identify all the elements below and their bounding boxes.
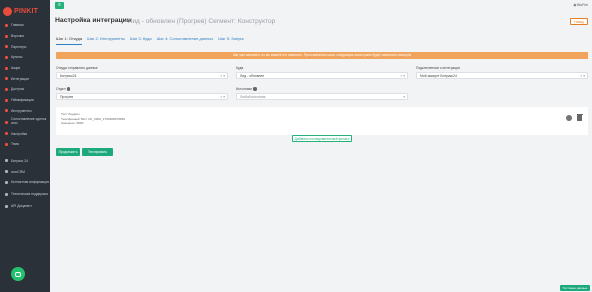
match-icon — [5, 120, 8, 124]
integrations-icon — [5, 77, 8, 81]
account-select[interactable]: Мой аккаунт Битрикс24 × ▾ — [416, 72, 588, 79]
funnel-select[interactable]: Прогрев × ▾ — [56, 93, 228, 100]
sidebar-item-promo[interactable]: Акции — [0, 63, 50, 74]
tab-step-5[interactable]: Шаг 5: Запуск — [218, 36, 243, 45]
select-chevron-icon: ▾ — [403, 95, 405, 99]
game-icon — [5, 98, 8, 102]
home-icon — [5, 23, 8, 27]
topbar: ≡ ◉ BioFire — [50, 0, 592, 12]
menu-icon: ≡ — [58, 2, 61, 8]
source2-select[interactable]: Любой источник ▾ — [236, 93, 408, 100]
sidebar-item-support[interactable]: Техническая поддержка — [0, 189, 50, 201]
logo-mark-icon — [3, 6, 12, 16]
chat-button[interactable] — [11, 267, 25, 281]
account-label: Подключенные к интеграции — [416, 66, 460, 70]
tools-icon — [5, 109, 8, 113]
sidebar-item-coupons[interactable]: Купоны — [0, 52, 50, 63]
record-title: Тест Лидеры — [61, 112, 80, 116]
tab-step-1[interactable]: Шаг 1: Откуда — [56, 36, 83, 45]
sidebar-item-match[interactable]: Сопоставление сделок amo — [0, 116, 50, 128]
source-select[interactable]: Битрикс24 × ▾ — [56, 72, 228, 79]
add-filter-button[interactable]: Добавить последовательный фильтр — [292, 135, 352, 142]
sidebar-item-settings[interactable]: Настройки — [0, 128, 50, 139]
logo[interactable]: PINKIT — [3, 5, 47, 17]
sidebar-item-api[interactable]: API Документ — [0, 201, 50, 212]
amocrm-icon — [5, 170, 8, 174]
help-icon[interactable] — [67, 87, 71, 91]
sidebar-item-funnels[interactable]: Воронки — [0, 31, 50, 42]
funnel-icon — [5, 34, 8, 38]
sidebar-item-home[interactable]: Главная — [0, 20, 50, 31]
access-icon — [5, 87, 8, 91]
sidebar-item-tools[interactable]: Инструменты — [0, 106, 50, 117]
coupon-icon — [5, 55, 8, 59]
api-icon — [5, 204, 8, 208]
warning-alert: Шаг уже заполнен, но вы можете его измен… — [56, 52, 588, 59]
menu-toggle-button[interactable]: ≡ — [55, 2, 64, 9]
step-tabs: Шаг 1: Откуда Шаг 2: Инструменты Шаг 3: … — [56, 36, 249, 45]
sidebar-item-access[interactable]: Доступы — [0, 84, 50, 95]
funnel-label: Отдел — [56, 87, 71, 91]
sidebar-nav: Главная Воронки Партнеры Купоны Акции Ин… — [0, 20, 50, 212]
gear-icon[interactable] — [566, 115, 572, 121]
filter-record: Тест Лидеры Телефонный ТЕст UF_CRM_17052… — [56, 107, 588, 135]
promo-icon — [5, 66, 8, 70]
page-header: Настройка интеграции Лид - обновлен (Про… — [50, 12, 592, 32]
sidebar-item-game[interactable]: Геймификация — [0, 95, 50, 106]
integration-card: Шаг 1: Откуда Шаг 2: Инструменты Шаг 3: … — [54, 32, 590, 152]
contacts-icon — [5, 181, 8, 185]
logo-text: PINKIT — [14, 7, 39, 15]
continue-button[interactable]: Продолжить — [56, 148, 80, 156]
record-value: Значение: 5800 — [61, 121, 84, 125]
page-subtitle: Лид - обновлен (Прогрев) Сегмент: Констр… — [128, 18, 276, 25]
record-field: Телефонный ТЕст UF_CRM_1705208978065 — [61, 116, 126, 121]
back-button[interactable]: Назад — [570, 18, 588, 25]
sidebar-item-partners[interactable]: Партнеры — [0, 41, 50, 52]
test-data-button[interactable]: Тестовые данные — [560, 285, 590, 291]
sidebar: PINKIT Главная Воронки Партнеры Купоны А… — [0, 0, 50, 292]
chat-icon — [15, 271, 21, 277]
select-chevron-icon: × ▾ — [400, 74, 405, 78]
support-icon — [5, 193, 8, 197]
tab-step-2[interactable]: Шаг 2: Инструменты — [87, 36, 125, 45]
settings-icon — [5, 132, 8, 136]
trash-icon[interactable] — [576, 113, 583, 121]
help-icon[interactable] — [253, 87, 257, 91]
sidebar-item-amocrm[interactable]: amoCRM — [0, 166, 50, 177]
theme-icon — [5, 142, 8, 146]
sidebar-item-theme[interactable]: Тема — [0, 139, 50, 150]
select-chevron-icon: × ▾ — [220, 74, 225, 78]
tab-step-3[interactable]: Шаг 3: Куда — [130, 36, 152, 45]
sidebar-item-bitrix[interactable]: Битрикс 24 — [0, 156, 50, 167]
source-label: Откуда отправлять данные — [56, 66, 98, 70]
app: PINKIT Главная Воронки Партнеры Купоны А… — [0, 0, 592, 292]
tab-step-4[interactable]: Шаг 4: Сопоставление данных — [157, 36, 214, 45]
partners-icon — [5, 45, 8, 49]
user-menu[interactable]: ◉ BioFire — [573, 3, 588, 7]
source2-label: Источники — [236, 87, 257, 91]
test-button[interactable]: Тестировать — [82, 148, 113, 156]
where-select[interactable]: Лид - обновлен × ▾ — [236, 72, 408, 79]
sidebar-item-contacts[interactable]: Контактная информация — [0, 177, 50, 189]
where-label: Куда — [236, 66, 244, 70]
select-chevron-icon: × ▾ — [220, 95, 225, 99]
page-title: Настройка интеграции — [55, 17, 132, 24]
bitrix-icon — [5, 159, 8, 163]
select-chevron-icon: × ▾ — [580, 74, 585, 78]
sidebar-item-integrations[interactable]: Интеграции — [0, 73, 50, 84]
